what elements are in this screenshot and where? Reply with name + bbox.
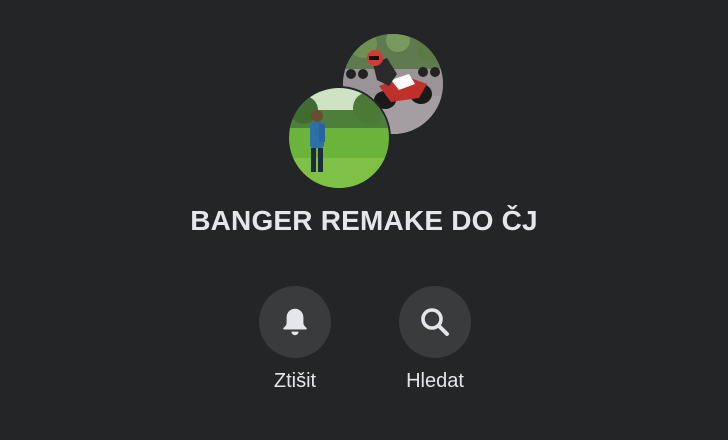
search-button[interactable]: Hledat [380,286,490,393]
chat-info-panel: BANGER REMAKE DO ČJ Ztišit Hledat [0,0,728,440]
search-label: Hledat [406,370,464,392]
bell-icon [283,308,307,336]
search-icon [421,308,449,336]
mute-button[interactable]: Ztišit [240,286,350,393]
search-button-circle[interactable] [399,286,471,358]
mute-button-circle[interactable] [259,286,331,358]
group-avatar-person [287,86,391,190]
conversation-title: BANGER REMAKE DO ČJ [190,205,538,236]
mute-label: Ztišit [273,370,317,392]
person-on-grass-photo [289,88,389,188]
